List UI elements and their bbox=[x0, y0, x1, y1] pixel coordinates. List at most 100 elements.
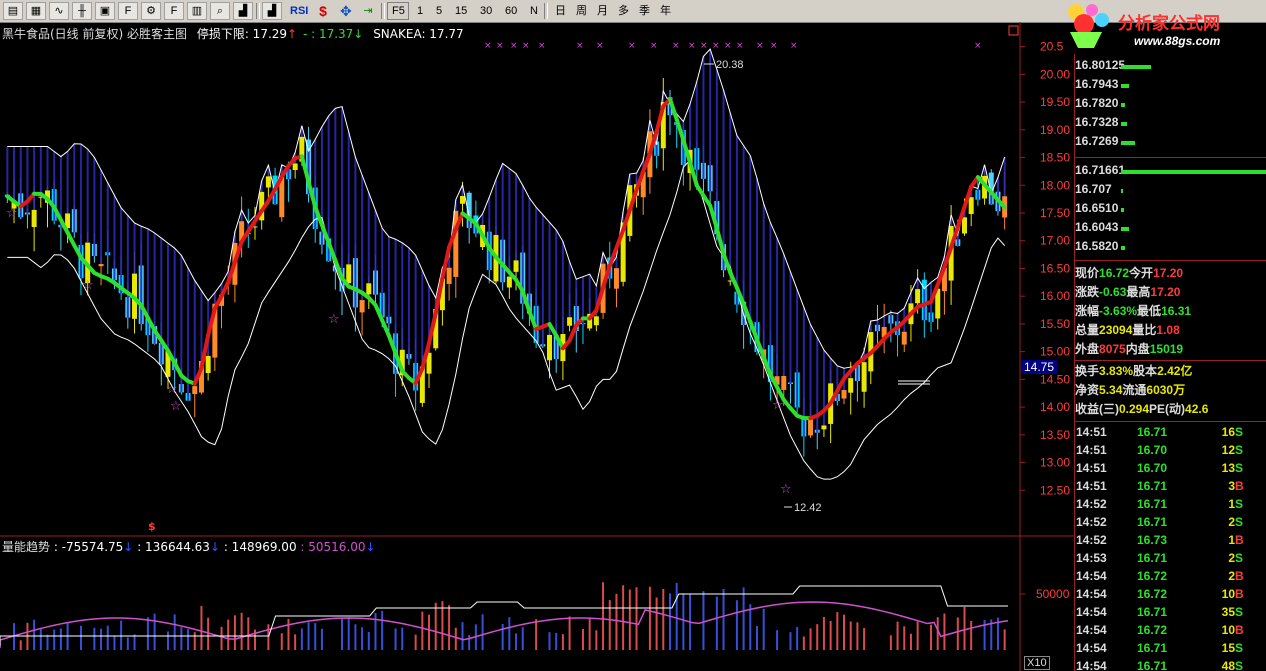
bid-price: 16.70 bbox=[1075, 182, 1106, 196]
period-2-button[interactable]: 月 bbox=[592, 2, 610, 20]
ask-volume-bar bbox=[1121, 122, 1127, 126]
tick-time: 14:51 bbox=[1076, 443, 1107, 457]
period-15-button[interactable]: 15 bbox=[450, 2, 472, 20]
quote-divider bbox=[1075, 260, 1266, 261]
period-N-button[interactable]: N bbox=[525, 2, 541, 20]
star-marker-icon: ☆ bbox=[82, 278, 94, 293]
bid-volume: 20 bbox=[1105, 239, 1119, 253]
fz-icon[interactable]: F bbox=[164, 2, 184, 20]
tile-icon[interactable]: ▣ bbox=[95, 2, 115, 20]
signal-x-marker: × bbox=[496, 41, 504, 51]
y-tick-label: 15.50 bbox=[1040, 317, 1070, 331]
chart-canvas[interactable]: 20.5 20.00 19.50 19.00 18.50 18.00 17.50 17.00 1… bbox=[0, 22, 1074, 671]
candle-body bbox=[513, 260, 519, 272]
bid-row: 16.71 661 bbox=[1075, 163, 1266, 182]
tick-price: 16.73 bbox=[1137, 533, 1168, 547]
tick-time: 14:54 bbox=[1076, 605, 1107, 619]
file-icon[interactable]: ▤ bbox=[3, 2, 23, 20]
quote-label: 最高 bbox=[1126, 285, 1151, 299]
quote-value: 6030万 bbox=[1146, 383, 1186, 397]
tick-qty: 12 bbox=[1221, 443, 1235, 457]
quote-row: 换手3.83%股本2.42亿 bbox=[1075, 362, 1266, 381]
book-icon[interactable]: ▥ bbox=[187, 2, 207, 20]
x10-label[interactable]: X10 bbox=[1024, 656, 1050, 670]
f10-icon[interactable]: F bbox=[118, 2, 138, 20]
candle-body bbox=[205, 355, 211, 373]
period-60-button[interactable]: 60 bbox=[500, 2, 522, 20]
line-chart-icon[interactable]: ∿ bbox=[49, 2, 69, 20]
snake-line-segment bbox=[219, 280, 231, 299]
tick-side: B bbox=[1235, 587, 1244, 601]
snake-line-segment bbox=[714, 226, 726, 256]
tick-qty: 1 bbox=[1228, 497, 1235, 511]
quote-value: 5.34 bbox=[1099, 383, 1123, 397]
candle-body bbox=[901, 331, 907, 345]
search-icon[interactable]: ⌕ bbox=[210, 2, 230, 20]
tick-time: 14:51 bbox=[1076, 479, 1107, 493]
tick-qty: 16 bbox=[1221, 425, 1235, 439]
toolbar-separator bbox=[256, 3, 260, 19]
candle-body bbox=[192, 386, 198, 395]
period-0-button[interactable]: 日 bbox=[550, 2, 568, 20]
ask-row: 16.79 43 bbox=[1075, 77, 1266, 96]
tick-side: B bbox=[1235, 533, 1244, 547]
export-button[interactable]: ⇥ bbox=[358, 2, 378, 20]
tick-price: 16.71 bbox=[1137, 497, 1168, 511]
tick-time: 14:54 bbox=[1076, 587, 1107, 601]
ask-volume: 20 bbox=[1105, 96, 1119, 110]
tick-price: 16.71 bbox=[1137, 425, 1168, 439]
quote-label: 净资 bbox=[1075, 383, 1100, 397]
panel-corner-icon bbox=[1008, 25, 1019, 36]
bid-volume: 7 bbox=[1105, 182, 1112, 196]
period-30-button[interactable]: 30 bbox=[475, 2, 497, 20]
ask-volume: 43 bbox=[1105, 77, 1119, 91]
period-5-button[interactable]: 年 bbox=[655, 2, 673, 20]
tick-row: 14:51 16.71 16 S bbox=[1075, 425, 1266, 443]
ask-volume-bar bbox=[1121, 103, 1125, 107]
toolbar-separator bbox=[544, 3, 548, 19]
orderbook-divider bbox=[1075, 157, 1266, 158]
y-tick-label: 17.00 bbox=[1040, 234, 1070, 248]
signal-x-marker: × bbox=[790, 41, 798, 51]
quote-divider bbox=[1075, 360, 1266, 361]
bar-chart-button[interactable]: ▟ bbox=[262, 2, 282, 20]
star-marker-icon: ☆ bbox=[328, 312, 340, 327]
signal-x-marker: × bbox=[974, 41, 982, 51]
ask-price: 16.73 bbox=[1075, 115, 1106, 129]
high-price-label: 20.38 bbox=[716, 59, 744, 71]
candle-body bbox=[346, 264, 352, 284]
move-arrows-button[interactable]: ✥ bbox=[335, 2, 355, 20]
snake-line-segment bbox=[567, 323, 579, 343]
tick-row: 14:54 16.72 10 B bbox=[1075, 623, 1266, 641]
tick-side: B bbox=[1235, 569, 1244, 583]
candle-icon[interactable]: ╫ bbox=[72, 2, 92, 20]
quote-value: 16.31 bbox=[1161, 304, 1192, 318]
tick-price: 16.71 bbox=[1137, 515, 1168, 529]
quote-value: 8075 bbox=[1099, 342, 1126, 356]
y-tick-label: 20.5 bbox=[1040, 40, 1064, 54]
bid-row: 16.58 20 bbox=[1075, 239, 1266, 258]
candle-body bbox=[506, 276, 512, 288]
tick-qty: 2 bbox=[1228, 515, 1235, 529]
period-1-button[interactable]: 周 bbox=[571, 2, 589, 20]
quote-label: 量比 bbox=[1132, 323, 1157, 337]
candle-body bbox=[593, 316, 599, 326]
quote-label: 现价 bbox=[1075, 266, 1100, 280]
bar-chart-icon[interactable]: ▟ bbox=[233, 2, 253, 20]
period-5-button[interactable]: 5 bbox=[431, 2, 447, 20]
grid-icon[interactable]: ▦ bbox=[26, 2, 46, 20]
quote-label: 涨跌 bbox=[1075, 285, 1100, 299]
current-price-tag: 14.75 bbox=[1021, 360, 1057, 374]
quote-value: 15019 bbox=[1149, 342, 1184, 356]
quote-row: 外盘8075内盘15019 bbox=[1075, 340, 1266, 359]
rsi-button[interactable]: RSI bbox=[285, 2, 311, 20]
period-1-button[interactable]: 1 bbox=[412, 2, 428, 20]
bid-volume-bar bbox=[1121, 227, 1129, 231]
tick-time: 14:52 bbox=[1076, 533, 1107, 547]
tick-time: 14:52 bbox=[1076, 515, 1107, 529]
period-3-button[interactable]: 多 bbox=[613, 2, 631, 20]
dollar-button[interactable]: $ bbox=[314, 2, 332, 20]
gear-icon[interactable]: ⚙ bbox=[141, 2, 161, 20]
period-4-button[interactable]: 季 bbox=[634, 2, 652, 20]
period-f5-button[interactable]: F5 bbox=[387, 2, 409, 20]
